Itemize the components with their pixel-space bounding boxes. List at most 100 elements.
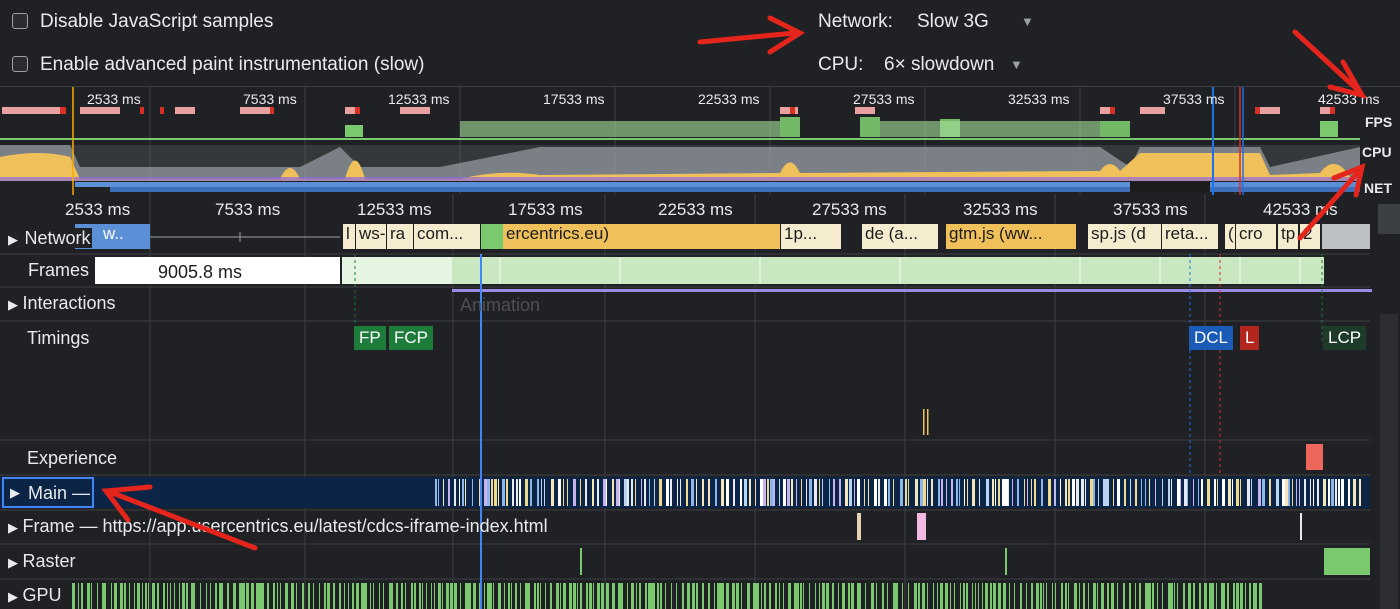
gpu-task-slice — [794, 583, 797, 609]
network-request[interactable]: l — [343, 224, 355, 249]
gpu-task-slice — [803, 583, 804, 609]
network-throttle-label: Network: — [818, 11, 893, 32]
gpu-task-slice — [194, 583, 195, 609]
network-request[interactable]: com... — [414, 224, 480, 249]
gpu-task-slice — [484, 583, 485, 609]
main-task-slice — [1060, 479, 1061, 506]
main-task-slice — [1113, 479, 1114, 506]
main-task-slice — [1048, 479, 1051, 506]
animation-label: Animation — [460, 295, 541, 315]
gpu-task-slice — [344, 583, 345, 609]
largest-contentful-paint-marker[interactable]: LCP — [1323, 326, 1367, 350]
gpu-task-slice — [200, 583, 201, 609]
network-request[interactable] — [1322, 224, 1370, 249]
gpu-task-slice — [1014, 583, 1015, 609]
gpu-task-slice — [726, 583, 729, 609]
network-request[interactable]: tp — [1278, 224, 1298, 249]
advanced-paint-checkbox[interactable] — [12, 56, 28, 72]
disable-js-samples-checkbox[interactable] — [12, 13, 28, 29]
gpu-task-slice — [1188, 583, 1191, 609]
gpu-task-slice — [639, 583, 641, 609]
flame-chart-canvas[interactable] — [0, 194, 1400, 609]
network-request[interactable]: sp.js (d — [1088, 224, 1161, 249]
cpu-throttle-select[interactable]: 6× slowdown ▼ — [882, 52, 1032, 78]
main-task-slice — [502, 479, 505, 506]
main-task-slice — [443, 479, 444, 506]
interactions-track-header[interactable]: ▶ Interactions — [8, 293, 116, 314]
load-marker[interactable]: L — [1240, 326, 1260, 350]
main-task-slice — [1217, 479, 1218, 506]
network-request[interactable]: cro — [1236, 224, 1276, 249]
main-task-slice — [1085, 479, 1086, 506]
gpu-task-slice — [753, 583, 756, 609]
network-request[interactable]: reta... — [1162, 224, 1218, 249]
network-request[interactable]: de (a... — [862, 224, 938, 249]
network-request[interactable]: ( — [1225, 224, 1235, 249]
main-task-slice — [773, 479, 775, 506]
gpu-task-slice — [960, 583, 961, 609]
raster-track-header[interactable]: ▶ Raster — [8, 551, 75, 572]
network-request[interactable]: gtm.js (ww... — [946, 224, 1076, 249]
main-task-slice — [787, 479, 790, 506]
frames-track-header[interactable]: Frames — [24, 260, 94, 281]
gpu-task-slice — [114, 583, 117, 609]
network-request[interactable] — [481, 224, 503, 249]
main-task-slice — [616, 479, 619, 506]
dom-content-loaded-marker[interactable]: DCL — [1189, 326, 1234, 350]
gpu-task-slice — [134, 583, 135, 609]
gpu-task-slice — [215, 583, 217, 609]
gpu-task-slice — [364, 583, 367, 609]
first-paint-marker[interactable]: FP — [354, 326, 386, 350]
main-task-slice — [1353, 479, 1356, 506]
gpu-track-header[interactable]: ▶ GPU — [8, 585, 61, 606]
main-task-slice — [686, 479, 688, 506]
gpu-task-slice — [1043, 583, 1044, 609]
chevron-down-icon: ▼ — [1021, 14, 1034, 29]
timings-track-label: Timings — [27, 328, 90, 348]
gpu-task-slice — [219, 583, 222, 609]
gpu-task-slice — [450, 583, 453, 609]
gpu-task-slice — [800, 583, 802, 609]
main-task-slice — [635, 479, 636, 506]
gpu-task-slice — [654, 583, 655, 609]
network-throttle-select[interactable]: Slow 3G ▼ — [915, 9, 1045, 35]
main-task-slice — [1162, 479, 1163, 506]
gpu-task-slice — [560, 583, 561, 609]
ruler-tick: 37533 ms — [1113, 200, 1188, 219]
gpu-task-slice — [990, 583, 992, 609]
network-request[interactable]: 1p... — [781, 224, 841, 249]
gpu-task-slice — [918, 583, 920, 609]
main-task-slice — [893, 479, 894, 506]
network-request[interactable]: ra — [387, 224, 413, 249]
gpu-task-slice — [411, 583, 413, 609]
main-task-slice — [1076, 479, 1079, 506]
timeline-overview[interactable]: 2533 ms 7533 ms 12533 ms 17533 ms 22533 … — [0, 86, 1400, 196]
gpu-task-slice — [893, 583, 896, 609]
gpu-task-slice — [775, 583, 777, 609]
gpu-task-slice — [1177, 583, 1178, 609]
network-track-header[interactable]: ▶ Network — [8, 228, 93, 249]
gpu-task-slice — [966, 583, 968, 609]
gpu-task-slice — [426, 583, 427, 609]
main-task-slice — [839, 479, 841, 506]
gpu-task-slice — [1240, 583, 1243, 609]
gpu-task-slice — [732, 583, 735, 609]
gpu-task-slice — [636, 583, 637, 609]
gpu-task-slice — [537, 583, 539, 609]
network-request[interactable]: ercentrics.eu) — [503, 224, 780, 249]
expand-triangle-icon: ▶ — [8, 589, 18, 604]
main-task-slice — [530, 479, 532, 506]
overview-tick: 7533 ms — [243, 91, 297, 107]
gpu-task-slice — [1249, 583, 1251, 609]
gpu-task-slice — [665, 583, 666, 609]
first-contentful-paint-marker[interactable]: FCP — [389, 326, 433, 350]
network-request[interactable]: ws- — [356, 224, 386, 249]
main-task-slice — [760, 479, 763, 506]
gpu-task-slice — [676, 583, 677, 609]
main-track-header[interactable]: ▶ Main — — [2, 477, 94, 508]
gpu-task-slice — [569, 583, 572, 609]
main-task-slice — [1008, 479, 1009, 506]
network-request[interactable]: 2 — [1300, 224, 1320, 249]
network-request[interactable]: w.. — [100, 224, 140, 249]
frame-track-header[interactable]: ▶ Frame — https://app.usercentrics.eu/la… — [8, 516, 548, 537]
